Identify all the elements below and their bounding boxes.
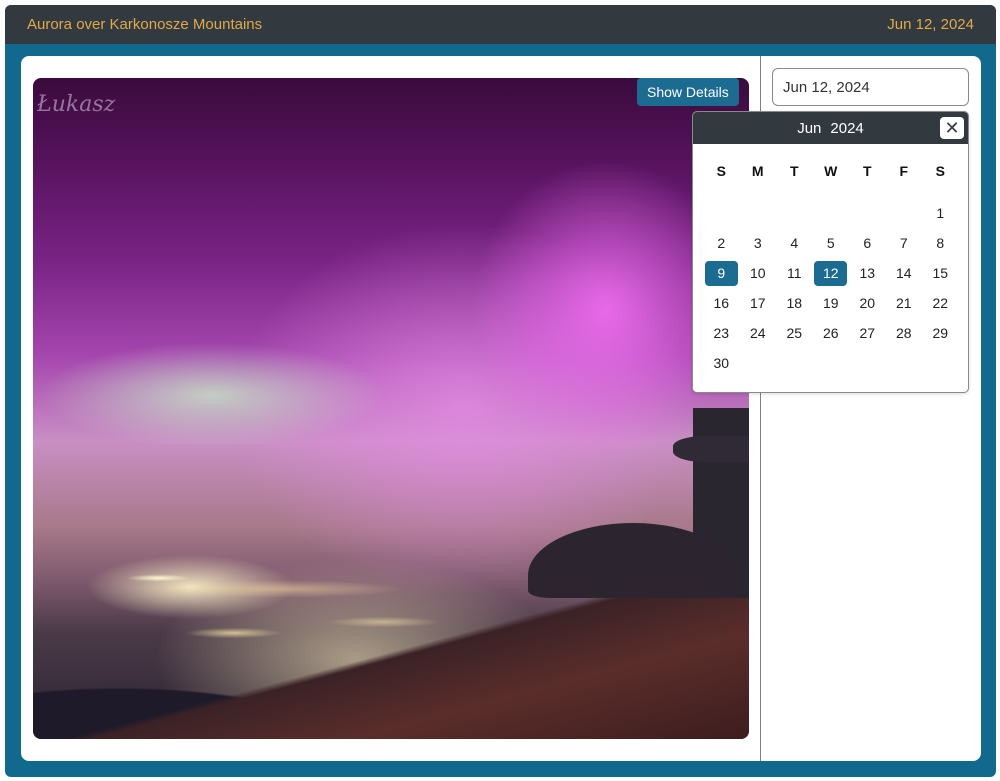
- day-number: 4: [790, 235, 799, 251]
- calendar-day-selected[interactable]: 12: [813, 258, 850, 288]
- calendar-day[interactable]: 29: [922, 318, 959, 348]
- day-number: 22: [932, 295, 949, 311]
- day-number: 12: [814, 260, 848, 286]
- calendar-year: 2024: [830, 119, 864, 137]
- calendar-day[interactable]: 22: [922, 288, 959, 318]
- calendar-day[interactable]: 10: [740, 258, 777, 288]
- app-window: Aurora over Karkonosze Mountains Jun 12,…: [5, 5, 996, 777]
- day-number: 26: [822, 325, 839, 341]
- day-number: 13: [859, 265, 876, 281]
- day-number: 16: [713, 295, 730, 311]
- day-number: 7: [899, 235, 908, 251]
- calendar-day[interactable]: 26: [813, 318, 850, 348]
- weekday-header: S: [716, 163, 726, 179]
- empty-day-cell: [813, 198, 850, 228]
- weekday-header: F: [899, 163, 909, 179]
- day-number: 24: [749, 325, 766, 341]
- content-panel: Łukasz Show Details Jun 2024 ✕ SMTWTFS12…: [21, 56, 981, 761]
- calendar-day[interactable]: 17: [740, 288, 777, 318]
- empty-day-cell: [849, 198, 886, 228]
- calendar-day[interactable]: 3: [740, 228, 777, 258]
- day-number: 20: [859, 295, 876, 311]
- day-number: 14: [895, 265, 912, 281]
- calendar-day[interactable]: 15: [922, 258, 959, 288]
- show-details-button[interactable]: Show Details: [637, 78, 739, 106]
- observatory-deck: [673, 436, 749, 462]
- calendar-day[interactable]: 14: [886, 258, 923, 288]
- day-number: 10: [749, 265, 766, 281]
- day-number: 3: [753, 235, 762, 251]
- calendar-day[interactable]: 24: [740, 318, 777, 348]
- calendar-day[interactable]: 16: [703, 288, 740, 318]
- calendar-day[interactable]: 13: [849, 258, 886, 288]
- calendar-header: Jun 2024 ✕: [693, 112, 968, 144]
- day-number: 25: [786, 325, 803, 341]
- calendar-grid: S M T W T F S 1 2 3 4 5 6 7 8 9 10 11 12 13 14 15 16 17 18 19 20 21…: [693, 144, 968, 378]
- calendar-day-selected[interactable]: 9: [703, 258, 740, 288]
- date-input[interactable]: [772, 68, 969, 106]
- header-date: Jun 12, 2024: [887, 16, 974, 33]
- calendar-day[interactable]: 30: [703, 348, 740, 378]
- aurora-photo: Łukasz: [33, 78, 749, 739]
- day-number: 1: [936, 205, 945, 221]
- day-number: 17: [749, 295, 766, 311]
- calendar-day[interactable]: 23: [703, 318, 740, 348]
- empty-day-cell: [740, 198, 777, 228]
- day-number: 15: [932, 265, 949, 281]
- day-number: 8: [936, 235, 945, 251]
- empty-day-cell: [703, 198, 740, 228]
- day-number: 18: [786, 295, 803, 311]
- weekday-header: S: [935, 163, 945, 179]
- weekday-header: W: [824, 163, 838, 179]
- calendar-month: Jun: [797, 119, 822, 137]
- calendar-day[interactable]: 6: [849, 228, 886, 258]
- calendar-day[interactable]: 20: [849, 288, 886, 318]
- day-number: 27: [859, 325, 876, 341]
- calendar-day[interactable]: 7: [886, 228, 923, 258]
- day-number: 30: [713, 355, 730, 371]
- day-number: 21: [895, 295, 912, 311]
- empty-day-cell: [886, 198, 923, 228]
- day-number: 11: [786, 265, 802, 281]
- calendar-day[interactable]: 28: [886, 318, 923, 348]
- weekday-header: T: [789, 163, 799, 179]
- weekday-header: M: [751, 163, 764, 179]
- day-number: 6: [863, 235, 872, 251]
- calendar-day[interactable]: 18: [776, 288, 813, 318]
- calendar-day[interactable]: 2: [703, 228, 740, 258]
- titlebar: Aurora over Karkonosze Mountains Jun 12,…: [5, 5, 996, 44]
- day-number: 5: [826, 235, 835, 251]
- calendar-day[interactable]: 5: [813, 228, 850, 258]
- window-title: Aurora over Karkonosze Mountains: [27, 16, 263, 33]
- calendar-day[interactable]: 25: [776, 318, 813, 348]
- calendar-day[interactable]: 1: [922, 198, 959, 228]
- calendar-day[interactable]: 11: [776, 258, 813, 288]
- calendar-day[interactable]: 21: [886, 288, 923, 318]
- close-icon[interactable]: ✕: [940, 117, 964, 139]
- calendar-day[interactable]: 8: [922, 228, 959, 258]
- ground: [33, 579, 749, 739]
- weekday-header: T: [862, 163, 872, 179]
- calendar-day[interactable]: 19: [813, 288, 850, 318]
- calendar-day[interactable]: 4: [776, 228, 813, 258]
- day-number: 28: [895, 325, 912, 341]
- day-number: 2: [717, 235, 726, 251]
- day-number: 23: [713, 325, 730, 341]
- empty-day-cell: [776, 198, 813, 228]
- day-number: 9: [704, 260, 738, 286]
- photographer-signature: Łukasz: [37, 92, 116, 117]
- day-number: 29: [932, 325, 949, 341]
- calendar-day[interactable]: 27: [849, 318, 886, 348]
- calendar-popup: Jun 2024 ✕ S M T W T F S 1 2 3 4 5 6 7 8 9 10 11 12 13 14 15 1…: [692, 111, 969, 393]
- day-number: 19: [822, 295, 839, 311]
